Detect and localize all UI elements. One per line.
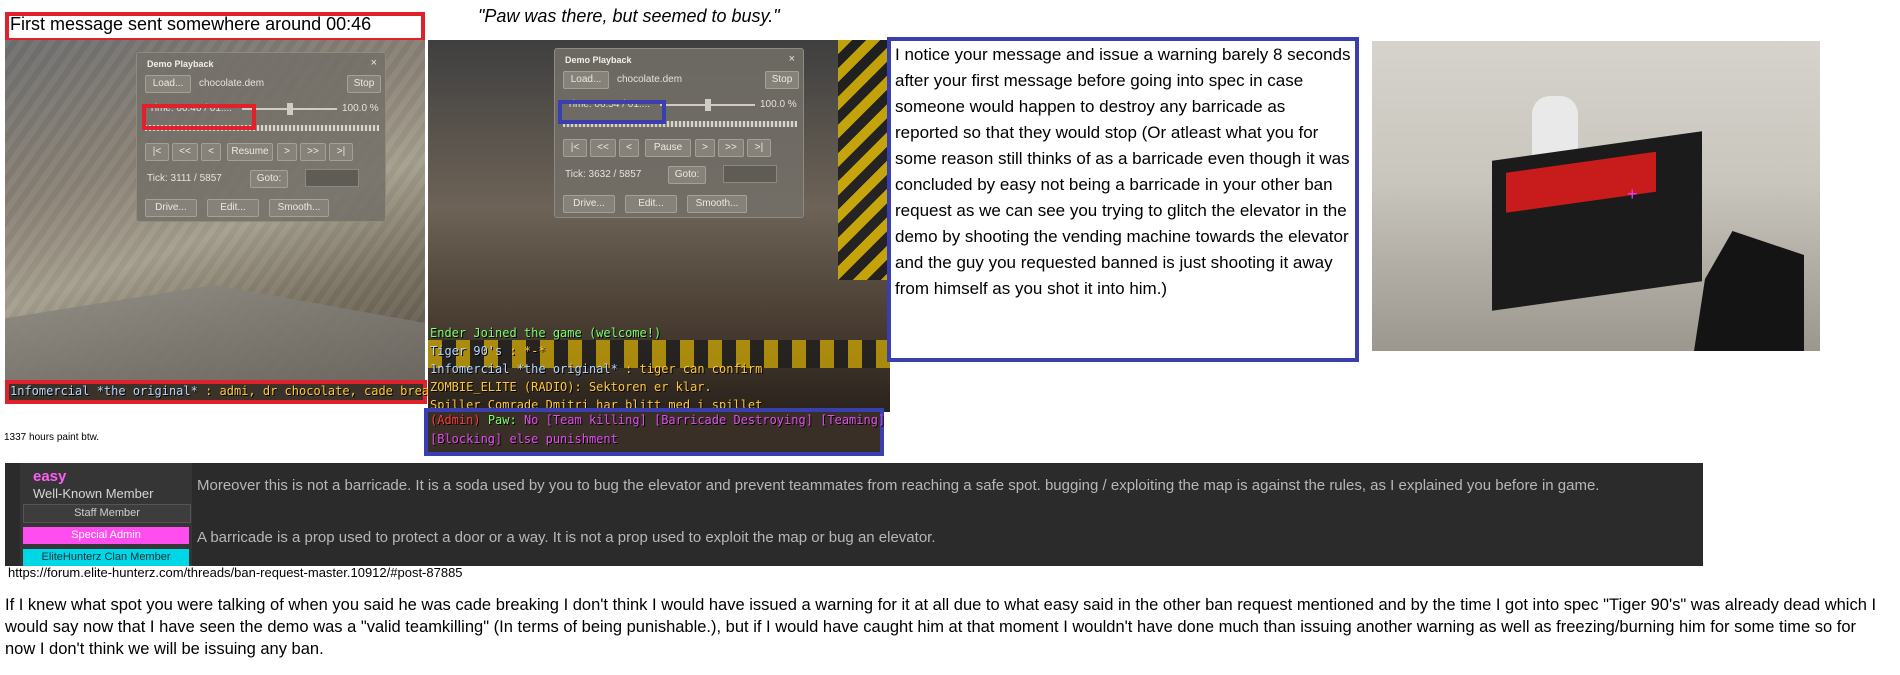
- speed-slider-knob[interactable]: [705, 99, 711, 111]
- chat-line-infomercial: 1nfomercial *the original* : tiger can c…: [430, 362, 762, 376]
- admin-rules: No [Team killing] [Barricade Destroying]…: [516, 413, 886, 427]
- chat-line-radio: ZOMBIE_ELITE (RADIO): Sektoren er klar.: [430, 380, 712, 394]
- hours-note: 1337 hours paint btw.: [4, 432, 100, 443]
- chat-line-join: Ender Joined the game (welcome!): [430, 326, 662, 340]
- step-forward-button[interactable]: >: [277, 143, 297, 161]
- demo-filename: chocolate.dem: [617, 74, 683, 85]
- stop-button[interactable]: Stop: [347, 75, 381, 93]
- badge-staff-member: Staff Member: [23, 504, 191, 523]
- time-highlight-box-2: [558, 100, 666, 124]
- skip-end-button[interactable]: >|: [329, 143, 353, 161]
- skip-start-button[interactable]: |<: [145, 143, 169, 161]
- chat-message: : admi, dr chocolate, cade breaks: [197, 384, 444, 398]
- goto-button[interactable]: Goto:: [668, 166, 706, 184]
- smooth-button[interactable]: Smooth...: [687, 195, 747, 213]
- chat-line-infomercial: 1nfomercial *the original* : admi, dr ch…: [10, 384, 443, 398]
- close-icon[interactable]: ×: [371, 57, 377, 69]
- demo-playback-title: Demo Playback: [565, 55, 632, 65]
- badge-special-admin: Special Admin: [23, 527, 189, 544]
- resume-button[interactable]: Resume: [227, 143, 273, 161]
- hazard-stripes: [838, 40, 890, 280]
- goto-input[interactable]: [305, 169, 359, 187]
- conclusion-text: If I knew what spot you were talking of …: [5, 596, 1877, 658]
- fast-forward-button[interactable]: >>: [718, 139, 744, 157]
- forum-post: easy Well-Known Member Staff Member Spec…: [5, 463, 1703, 566]
- close-icon[interactable]: ×: [789, 53, 795, 65]
- chat-player-name: 1nfomercial *the original*: [10, 384, 198, 398]
- chat-message: : tiger can confirm: [617, 362, 763, 376]
- admin-tag: (Admin): [430, 413, 481, 427]
- smooth-button[interactable]: Smooth...: [269, 199, 329, 217]
- chat-message: : *-*: [502, 344, 546, 358]
- forum-url: https://forum.elite-hunterz.com/threads/…: [8, 565, 463, 580]
- demo-playback-window: Demo Playback × Load... chocolate.dem St…: [554, 48, 804, 218]
- crosshair-icon: +: [1627, 184, 1638, 204]
- edit-button[interactable]: Edit...: [625, 195, 677, 213]
- tick-readout: Tick: 3111 / 5857: [147, 173, 222, 184]
- forum-user-title: Well-Known Member: [33, 486, 154, 501]
- pause-button[interactable]: Pause: [645, 139, 691, 157]
- speed-readout: 100.0 %: [342, 103, 379, 114]
- demo-filename: chocolate.dem: [199, 78, 265, 89]
- skip-end-button[interactable]: >|: [747, 139, 771, 157]
- speed-slider-knob[interactable]: [287, 103, 293, 115]
- demo-screenshot-2: Demo Playback × Load... chocolate.dem St…: [428, 40, 890, 412]
- vending-machine: [1492, 131, 1702, 311]
- demo-playback-title: Demo Playback: [147, 59, 214, 69]
- load-button[interactable]: Load...: [563, 71, 609, 89]
- chat-line-tiger: Tiger 90's : *-*: [430, 344, 546, 358]
- badge-clan-member: EliteHunterz Clan Member: [23, 549, 189, 566]
- demo-screenshot-1: Demo Playback × Load... chocolate.dem St…: [5, 40, 425, 380]
- demo-playback-window: Demo Playback × Load... chocolate.dem St…: [136, 52, 386, 222]
- time-highlight-box-1: [142, 104, 256, 130]
- goto-input[interactable]: [723, 165, 777, 183]
- weapon-viewmodel: [1694, 231, 1804, 351]
- explanation-text: I notice your message and issue a warnin…: [895, 45, 1351, 298]
- goto-button[interactable]: Goto:: [250, 170, 288, 188]
- load-button[interactable]: Load...: [145, 75, 191, 93]
- forum-message-2: A barricade is a prop used to protect a …: [197, 529, 936, 546]
- fast-forward-button[interactable]: >>: [300, 143, 326, 161]
- admin-name: Paw:: [487, 413, 517, 427]
- stop-button[interactable]: Stop: [765, 71, 799, 89]
- skip-start-button[interactable]: |<: [563, 139, 587, 157]
- rewind-button[interactable]: <<: [172, 143, 198, 161]
- step-back-button[interactable]: <: [201, 143, 221, 161]
- forum-username[interactable]: easy: [33, 468, 66, 485]
- top-caption: First message sent somewhere around 00:4…: [10, 14, 372, 34]
- demo-screenshot-3: +: [1372, 41, 1820, 351]
- quote-caption: "Paw was there, but seemed to busy.": [478, 6, 780, 26]
- tick-readout: Tick: 3632 / 5857: [565, 169, 642, 180]
- drive-button[interactable]: Drive...: [563, 195, 615, 213]
- rewind-button[interactable]: <<: [590, 139, 616, 157]
- chat-player-name: Tiger 90's: [430, 344, 503, 358]
- step-forward-button[interactable]: >: [695, 139, 715, 157]
- chat-player-name: 1nfomercial *the original*: [430, 362, 618, 376]
- edit-button[interactable]: Edit...: [207, 199, 259, 217]
- forum-message-1: Moreover this is not a barricade. It is …: [197, 477, 1600, 494]
- speed-readout: 100.0 %: [760, 99, 797, 110]
- step-back-button[interactable]: <: [619, 139, 639, 157]
- drive-button[interactable]: Drive...: [145, 199, 197, 217]
- admin-message-line-1: (Admin) Paw: No [Team killing] [Barricad…: [430, 413, 885, 427]
- admin-message-line-2: [Blocking] else punishment: [430, 432, 618, 446]
